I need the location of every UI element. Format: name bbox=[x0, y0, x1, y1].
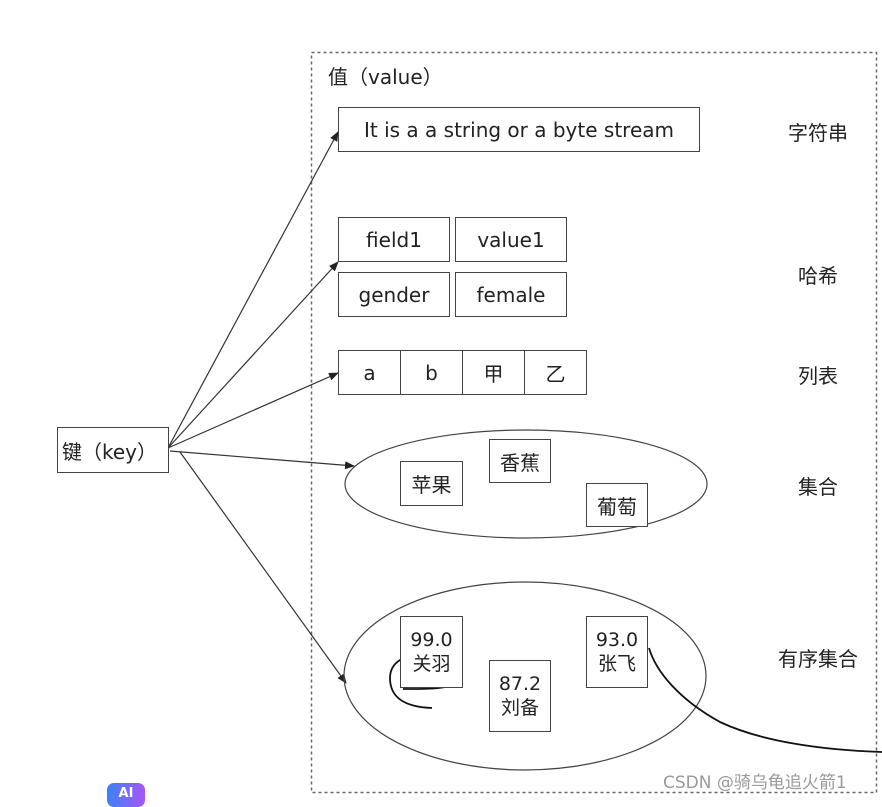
member-name: 刘备 bbox=[500, 697, 539, 719]
list-item: a bbox=[338, 350, 401, 395]
member-score: 93.0 bbox=[595, 629, 639, 651]
hash-field-cell: gender bbox=[338, 272, 450, 317]
type-label-sorted-set: 有序集合 bbox=[778, 647, 858, 671]
hash-value-cell: female bbox=[455, 272, 567, 317]
string-value: It is a a string or a byte stream bbox=[364, 117, 674, 142]
arrow-to-list bbox=[167, 372, 339, 449]
member-name: 张飞 bbox=[597, 653, 636, 675]
list-item: 乙 bbox=[524, 350, 587, 395]
hash-field-cell: field1 bbox=[338, 217, 450, 262]
set-member: 香蕉 bbox=[489, 439, 551, 483]
member-name: 关羽 bbox=[412, 653, 451, 675]
string-value-box: It is a a string or a byte stream bbox=[338, 107, 700, 152]
hash-field-text: gender bbox=[358, 282, 430, 307]
set-member-text: 苹果 bbox=[411, 473, 452, 497]
set-member-text: 葡萄 bbox=[597, 494, 637, 519]
watermark: CSDN @骑乌龟追火箭1 bbox=[663, 773, 847, 793]
set-member: 葡萄 bbox=[586, 483, 648, 527]
value-container-label: 值（value） bbox=[328, 65, 443, 89]
type-label-list: 列表 bbox=[798, 364, 838, 388]
sorted-set-member: 93.0 张飞 bbox=[586, 616, 648, 688]
list-item: b bbox=[400, 350, 463, 395]
key-label: 键（key） bbox=[62, 439, 158, 464]
list-item-text: b bbox=[425, 360, 438, 385]
hash-value-text: value1 bbox=[477, 227, 545, 252]
hash-value-text: female bbox=[476, 282, 546, 307]
list-item-text: 乙 bbox=[545, 362, 566, 386]
type-label-string: 字符串 bbox=[788, 121, 848, 145]
type-label-set: 集合 bbox=[798, 475, 838, 499]
sorted-set-member: 99.0 关羽 bbox=[400, 616, 463, 688]
key-box: 键（key） bbox=[57, 427, 169, 473]
arrow-to-set bbox=[169, 450, 355, 470]
sorted-set-member: 87.2 刘备 bbox=[489, 660, 551, 732]
list-item-text: 甲 bbox=[483, 362, 504, 386]
type-label-hash: 哈希 bbox=[798, 264, 838, 288]
hash-field-text: field1 bbox=[366, 227, 422, 252]
member-score: 87.2 bbox=[498, 673, 542, 695]
arrow-to-sorted-set bbox=[179, 451, 347, 684]
set-member-text: 香蕉 bbox=[500, 450, 540, 475]
member-score: 99.0 bbox=[410, 629, 453, 651]
hash-value-cell: value1 bbox=[455, 217, 567, 262]
set-member: 苹果 bbox=[400, 461, 463, 506]
list-item: 甲 bbox=[462, 350, 525, 395]
ai-assistant-button[interactable]: AI bbox=[107, 783, 145, 807]
list-item-text: a bbox=[363, 360, 376, 385]
